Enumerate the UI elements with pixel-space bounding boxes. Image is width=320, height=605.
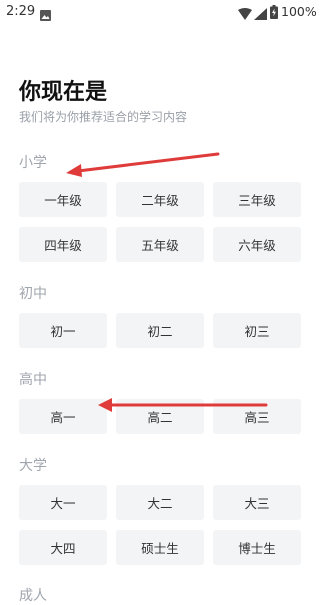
section-label-senior-high: 高中 (19, 372, 47, 388)
page-title: 你现在是 (19, 80, 108, 105)
signal-icon (254, 5, 267, 24)
option-grade-2[interactable]: 二年级 (116, 182, 204, 217)
option-junior-2[interactable]: 初二 (116, 313, 204, 348)
option-masters[interactable]: 硕士生 (116, 530, 204, 565)
option-senior-2[interactable]: 高二 (116, 399, 204, 434)
battery-percentage: 100% (281, 4, 317, 19)
option-senior-1[interactable]: 高一 (19, 399, 107, 434)
option-university-2[interactable]: 大二 (116, 485, 204, 520)
option-university-1[interactable]: 大一 (19, 485, 107, 520)
option-grade-3[interactable]: 三年级 (213, 182, 301, 217)
option-grade-1[interactable]: 一年级 (19, 182, 107, 217)
battery-icon (270, 4, 278, 23)
option-doctorate[interactable]: 博士生 (213, 530, 301, 565)
option-junior-1[interactable]: 初一 (19, 313, 107, 348)
section-label-junior-high: 初中 (19, 286, 47, 302)
option-grade-6[interactable]: 六年级 (213, 227, 301, 262)
photo-icon (40, 6, 51, 25)
option-grade-5[interactable]: 五年级 (116, 227, 204, 262)
option-junior-3[interactable]: 初三 (213, 313, 301, 348)
option-university-4[interactable]: 大四 (19, 530, 107, 565)
section-label-adult: 成人 (19, 588, 47, 604)
status-bar: 2:29 100% (0, 0, 320, 24)
section-label-primary: 小学 (19, 155, 47, 171)
option-grade-4[interactable]: 四年级 (19, 227, 107, 262)
status-time: 2:29 (6, 4, 36, 19)
annotation-arrow-primary (66, 152, 220, 177)
page-subtitle: 我们将为你推荐适合的学习内容 (19, 110, 188, 124)
option-senior-3[interactable]: 高三 (213, 399, 301, 434)
option-university-3[interactable]: 大三 (213, 485, 301, 520)
wifi-icon (238, 5, 252, 24)
section-label-university: 大学 (19, 458, 47, 474)
